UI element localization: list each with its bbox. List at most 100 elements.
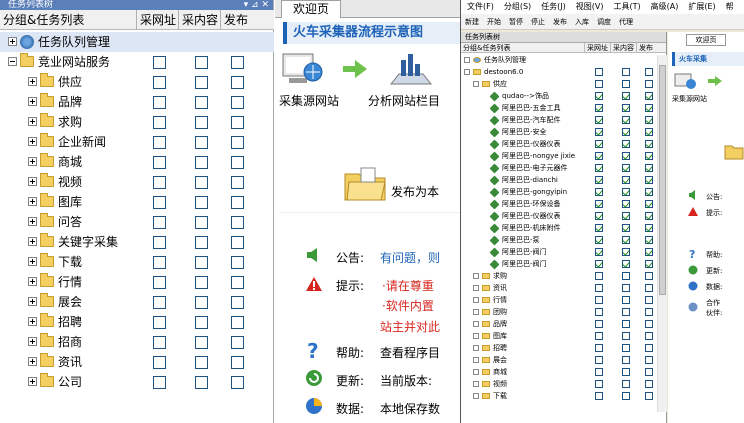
collect-url-checkbox[interactable] bbox=[595, 116, 603, 124]
collect-content-checkbox[interactable] bbox=[195, 336, 208, 349]
publish-checkbox[interactable] bbox=[645, 212, 653, 220]
collect-content-checkbox[interactable] bbox=[622, 332, 630, 340]
tree-row[interactable]: 视频 bbox=[461, 379, 657, 390]
toolbar-button[interactable]: 调度 bbox=[597, 14, 611, 29]
collect-content-checkbox[interactable] bbox=[622, 308, 630, 316]
collect-content-checkbox[interactable] bbox=[195, 56, 208, 69]
publish-checkbox[interactable] bbox=[231, 96, 244, 109]
collect-content-checkbox[interactable] bbox=[622, 392, 630, 400]
collect-content-checkbox[interactable] bbox=[195, 216, 208, 229]
tree-row[interactable]: 任务队列管理 bbox=[0, 32, 274, 52]
publish-checkbox[interactable] bbox=[231, 356, 244, 369]
collect-url-checkbox[interactable] bbox=[595, 152, 603, 160]
tree-row[interactable]: 招聘 bbox=[461, 343, 657, 354]
publish-checkbox[interactable] bbox=[231, 196, 244, 209]
collect-url-checkbox[interactable] bbox=[153, 176, 166, 189]
expand-icon[interactable] bbox=[28, 317, 37, 326]
publish-checkbox[interactable] bbox=[645, 284, 653, 292]
collect-content-checkbox[interactable] bbox=[195, 276, 208, 289]
collect-content-checkbox[interactable] bbox=[195, 176, 208, 189]
tree-row[interactable]: 行情 bbox=[0, 272, 274, 292]
expand-icon[interactable] bbox=[473, 81, 479, 87]
publish-checkbox[interactable] bbox=[645, 380, 653, 388]
expand-icon[interactable] bbox=[28, 177, 37, 186]
publish-checkbox[interactable] bbox=[231, 136, 244, 149]
publish-checkbox[interactable] bbox=[645, 344, 653, 352]
collect-content-checkbox[interactable] bbox=[195, 236, 208, 249]
publish-checkbox[interactable] bbox=[231, 116, 244, 129]
expand-icon[interactable] bbox=[473, 273, 479, 279]
notice-text[interactable]: 有问题，则 bbox=[380, 249, 440, 266]
publish-checkbox[interactable] bbox=[645, 188, 653, 196]
collect-content-checkbox[interactable] bbox=[195, 376, 208, 389]
tree-row[interactable]: 视频 bbox=[0, 172, 274, 192]
tab-welcome[interactable]: 欢迎页 bbox=[281, 0, 341, 18]
publish-checkbox[interactable] bbox=[645, 224, 653, 232]
collect-content-checkbox[interactable] bbox=[622, 80, 630, 88]
expand-icon[interactable] bbox=[28, 257, 37, 266]
tree-row[interactable]: 招聘 bbox=[0, 312, 274, 332]
collect-url-checkbox[interactable] bbox=[153, 256, 166, 269]
collect-url-checkbox[interactable] bbox=[153, 56, 166, 69]
collect-content-checkbox[interactable] bbox=[622, 116, 630, 124]
collect-url-checkbox[interactable] bbox=[595, 356, 603, 364]
collect-url-checkbox[interactable] bbox=[153, 376, 166, 389]
collect-content-checkbox[interactable] bbox=[622, 320, 630, 328]
collect-url-checkbox[interactable] bbox=[595, 212, 603, 220]
expand-icon[interactable] bbox=[473, 333, 479, 339]
collect-content-checkbox[interactable] bbox=[622, 92, 630, 100]
collect-url-checkbox[interactable] bbox=[595, 368, 603, 376]
tree-row[interactable]: 展会 bbox=[461, 355, 657, 366]
tree-row[interactable]: 阿里巴巴-汽车配件 bbox=[461, 115, 657, 126]
tree-row[interactable]: 阿里巴巴-安全 bbox=[461, 127, 657, 138]
tree-row[interactable]: 下载 bbox=[461, 391, 657, 402]
vertical-scrollbar[interactable] bbox=[657, 55, 667, 412]
collect-url-checkbox[interactable] bbox=[153, 96, 166, 109]
tree-row[interactable]: 阿里巴巴-五金工具 bbox=[461, 103, 657, 114]
toolbar-button[interactable]: 新建 bbox=[465, 14, 479, 29]
expand-icon[interactable] bbox=[473, 381, 479, 387]
collect-content-checkbox[interactable] bbox=[622, 68, 630, 76]
collect-content-checkbox[interactable] bbox=[622, 284, 630, 292]
collect-content-checkbox[interactable] bbox=[622, 128, 630, 136]
collect-url-checkbox[interactable] bbox=[153, 76, 166, 89]
toolbar-button[interactable]: 暂停 bbox=[509, 14, 523, 29]
menu-item[interactable]: 任务(J) bbox=[541, 0, 566, 14]
publish-checkbox[interactable] bbox=[231, 76, 244, 89]
expand-icon[interactable] bbox=[28, 137, 37, 146]
collect-content-checkbox[interactable] bbox=[195, 116, 208, 129]
collect-content-checkbox[interactable] bbox=[622, 356, 630, 364]
close-icon[interactable]: ▾ ⊿ ✕ bbox=[244, 0, 269, 10]
publish-checkbox[interactable] bbox=[645, 92, 653, 100]
tree-row[interactable]: 竞业网站服务 bbox=[0, 52, 274, 72]
tree-row[interactable]: 阿里巴巴-阀门 bbox=[461, 259, 657, 270]
publish-checkbox[interactable] bbox=[231, 296, 244, 309]
publish-checkbox[interactable] bbox=[231, 176, 244, 189]
expand-icon[interactable] bbox=[28, 197, 37, 206]
publish-checkbox[interactable] bbox=[645, 356, 653, 364]
collect-url-checkbox[interactable] bbox=[595, 128, 603, 136]
tree-row[interactable]: 商城 bbox=[0, 152, 274, 172]
tree-row[interactable]: 阿里巴巴-环保设备 bbox=[461, 199, 657, 210]
collect-content-checkbox[interactable] bbox=[195, 136, 208, 149]
publish-checkbox[interactable] bbox=[645, 248, 653, 256]
tree-row[interactable]: 供应 bbox=[0, 72, 274, 92]
expand-icon[interactable] bbox=[473, 321, 479, 327]
menu-item[interactable]: 文件(F) bbox=[467, 0, 494, 14]
tree-row[interactable]: 阿里巴巴-阀门 bbox=[461, 247, 657, 258]
collect-content-checkbox[interactable] bbox=[622, 224, 630, 232]
collect-content-checkbox[interactable] bbox=[622, 140, 630, 148]
collect-content-checkbox[interactable] bbox=[195, 96, 208, 109]
expand-icon[interactable] bbox=[473, 285, 479, 291]
collect-content-checkbox[interactable] bbox=[622, 212, 630, 220]
tree-row[interactable]: 图库 bbox=[0, 192, 274, 212]
tree-row[interactable]: 阿里巴巴-仪器仪表 bbox=[461, 211, 657, 222]
menu-item[interactable]: 高级(A) bbox=[651, 0, 679, 14]
publish-checkbox[interactable] bbox=[231, 316, 244, 329]
toolbar-button[interactable]: 发布 bbox=[553, 14, 567, 29]
collect-url-checkbox[interactable] bbox=[595, 176, 603, 184]
col-collect-content[interactable]: 采内容 bbox=[179, 10, 221, 29]
collect-url-checkbox[interactable] bbox=[595, 392, 603, 400]
publish-checkbox[interactable] bbox=[231, 336, 244, 349]
publish-checkbox[interactable] bbox=[231, 376, 244, 389]
